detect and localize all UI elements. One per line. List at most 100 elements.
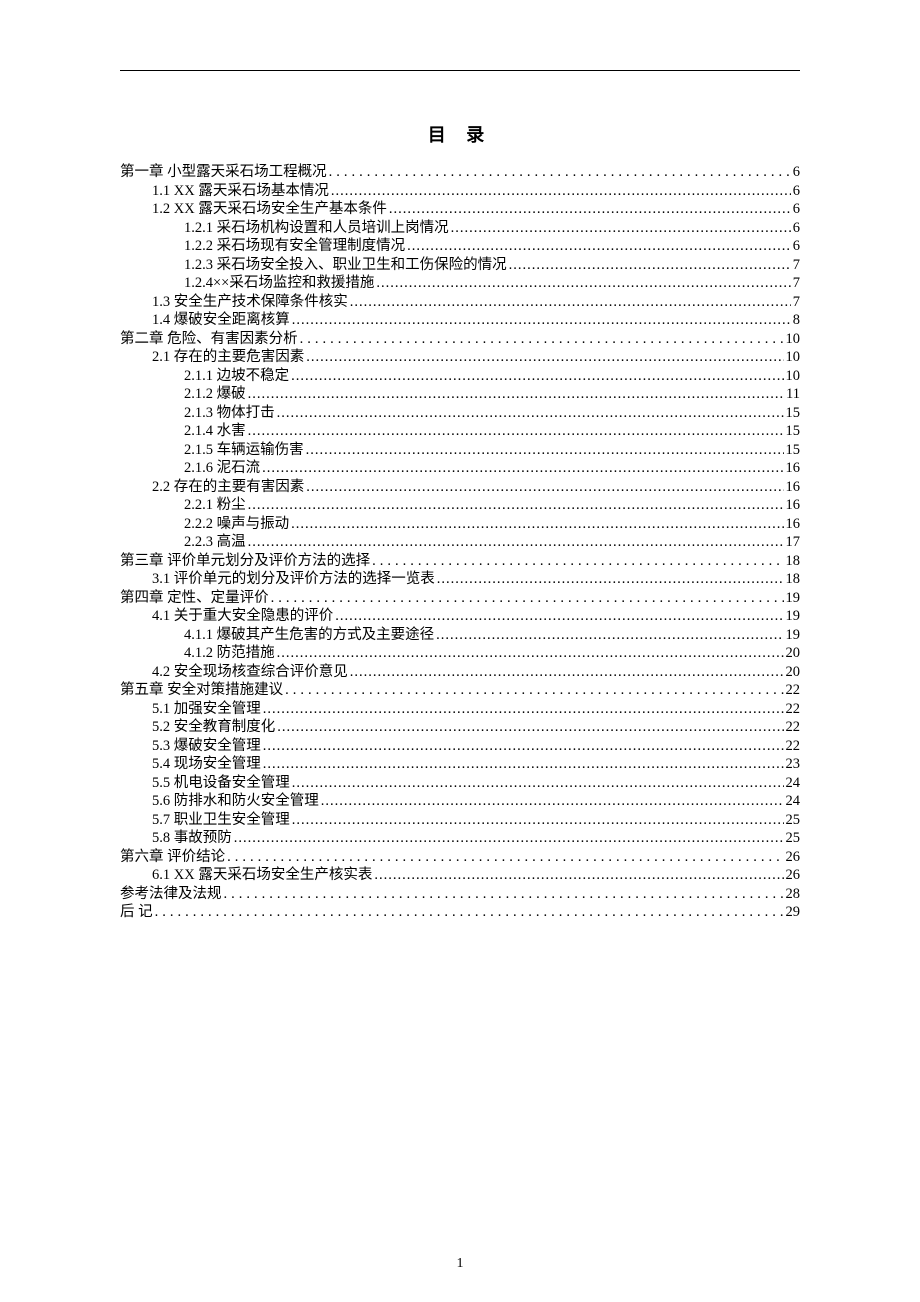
toc-leader-dots: ........................................… [437, 572, 784, 587]
toc-leader-dots: ........................................… [263, 702, 784, 717]
toc-leader-dots: ........................................… [271, 591, 784, 606]
toc-entry-label: 2.2 存在的主要有害因素 [152, 480, 304, 495]
toc-entry-page: 6 [793, 165, 800, 180]
toc-entry-page: 26 [786, 868, 801, 883]
toc-entry-page: 15 [786, 406, 801, 421]
toc-leader-dots: ........................................… [291, 517, 783, 532]
toc-leader-dots: ........................................… [291, 369, 783, 384]
toc-entry: 2.2 存在的主要有害因素...........................… [120, 480, 800, 495]
toc-entry-page: 22 [786, 720, 801, 735]
toc-entry: 第一章 小型露天采石场工程概况.........................… [120, 165, 800, 180]
toc-entry-page: 28 [786, 887, 801, 902]
toc-entry-page: 18 [786, 554, 801, 569]
toc-entry: 6.1 XX 露天采石场安全生产核实表.....................… [120, 868, 800, 883]
toc-entry-page: 18 [786, 572, 801, 587]
toc-entry-page: 22 [786, 739, 801, 754]
toc-leader-dots: ........................................… [277, 720, 783, 735]
toc-entry-label: 1.1 XX 露天采石场基本情况 [152, 184, 329, 199]
toc-leader-dots: ........................................… [389, 202, 791, 217]
toc-entry: 2.2.3 高温................................… [120, 535, 800, 550]
toc-entry-page: 19 [786, 628, 801, 643]
toc-entry-label: 5.4 现场安全管理 [152, 757, 261, 772]
toc-leader-dots: ........................................… [451, 221, 791, 236]
toc-entry-label: 2.1.3 物体打击 [184, 406, 275, 421]
toc-entry-page: 15 [786, 443, 801, 458]
toc-entry-label: 1.2.4××采石场监控和救援措施 [184, 276, 374, 291]
toc-entry-page: 16 [786, 498, 801, 513]
toc-leader-dots: ........................................… [292, 776, 784, 791]
toc-entry-page: 7 [793, 295, 800, 310]
toc-entry-label: 2.2.2 噪声与振动 [184, 517, 289, 532]
toc-leader-dots: ........................................… [263, 739, 784, 754]
toc-entry-page: 10 [786, 332, 801, 347]
toc-leader-dots: ........................................… [329, 165, 791, 180]
toc-entry-page: 7 [793, 258, 800, 273]
toc-entry: 4.2 安全现场核查综合评价意见........................… [120, 665, 800, 680]
toc-entry-label: 第二章 危险、有害因素分析 [120, 332, 298, 347]
toc-entry-label: 5.1 加强安全管理 [152, 702, 261, 717]
toc-leader-dots: ........................................… [321, 794, 784, 809]
toc-entry: 后 记.....................................… [120, 905, 800, 920]
toc-entry-page: 6 [793, 239, 800, 254]
toc-entry: 第六章 评价结论................................… [120, 850, 800, 865]
toc-entry-label: 2.1.1 边坡不稳定 [184, 369, 289, 384]
toc-entry: 2.1.3 物体打击..............................… [120, 406, 800, 421]
toc-leader-dots: ........................................… [407, 239, 791, 254]
toc-entry-label: 1.3 安全生产技术保障条件核实 [152, 295, 348, 310]
toc-entry: 第二章 危险、有害因素分析...........................… [120, 332, 800, 347]
toc-entry: 1.2.2 采石场现有安全管理制度情况.....................… [120, 239, 800, 254]
toc-leader-dots: ........................................… [248, 387, 784, 402]
toc-leader-dots: ........................................… [350, 295, 791, 310]
toc-entry-label: 4.1.2 防范措施 [184, 646, 275, 661]
toc-entry-page: 16 [786, 461, 801, 476]
toc-entry-label: 5.3 爆破安全管理 [152, 739, 261, 754]
toc-leader-dots: ........................................… [306, 350, 783, 365]
toc-leader-dots: ........................................… [248, 424, 784, 439]
toc-entry-label: 2.2.3 高温 [184, 535, 246, 550]
toc-entry-label: 5.6 防排水和防火安全管理 [152, 794, 319, 809]
toc-entry-label: 1.2.3 采石场安全投入、职业卫生和工伤保险的情况 [184, 258, 507, 273]
toc-entry: 1.1 XX 露天采石场基本情况........................… [120, 184, 800, 199]
toc-entry: 4.1 关于重大安全隐患的评价.........................… [120, 609, 800, 624]
toc-entry-label: 第一章 小型露天采石场工程概况 [120, 165, 327, 180]
toc-leader-dots: ........................................… [335, 609, 783, 624]
toc-entry-label: 5.8 事故预防 [152, 831, 232, 846]
toc-entry-label: 第四章 定性、定量评价 [120, 591, 269, 606]
toc-entry: 第四章 定性、定量评价.............................… [120, 591, 800, 606]
toc-entry: 2.2.1 粉尘................................… [120, 498, 800, 513]
toc-entry: 5.5 机电设备安全管理............................… [120, 776, 800, 791]
toc-entry: 1.4 爆破安全距离核算............................… [120, 313, 800, 328]
toc-entry-page: 6 [793, 202, 800, 217]
toc-leader-dots: ........................................… [248, 498, 784, 513]
toc-entry-page: 16 [786, 517, 801, 532]
toc-entry: 4.1.2 防范措施..............................… [120, 646, 800, 661]
toc-leader-dots: ........................................… [306, 480, 783, 495]
toc-entry: 1.3 安全生产技术保障条件核实........................… [120, 295, 800, 310]
toc-entry-label: 4.2 安全现场核查综合评价意见 [152, 665, 348, 680]
toc-entry-label: 1.4 爆破安全距离核算 [152, 313, 290, 328]
toc-entry-label: 2.1.5 车辆运输伤害 [184, 443, 304, 458]
toc-entry-page: 26 [786, 850, 801, 865]
toc-entry: 2.2.2 噪声与振动.............................… [120, 517, 800, 532]
toc-entry-page: 24 [786, 776, 801, 791]
toc-entry-page: 22 [786, 683, 801, 698]
toc-entry: 4.1.1 爆破其产生危害的方式及主要途径...................… [120, 628, 800, 643]
toc-entry: 5.8 事故预防................................… [120, 831, 800, 846]
toc-entry-label: 第六章 评价结论 [120, 850, 225, 865]
toc-entry-page: 16 [786, 480, 801, 495]
toc-entry-page: 19 [786, 609, 801, 624]
toc-entry-page: 23 [786, 757, 801, 772]
toc-leader-dots: ........................................… [374, 868, 783, 883]
toc-entry-page: 10 [786, 369, 801, 384]
toc-entry-label: 2.1.2 爆破 [184, 387, 246, 402]
toc-entry: 2.1.4 水害................................… [120, 424, 800, 439]
toc-leader-dots: ........................................… [509, 258, 791, 273]
toc-entry-label: 1.2 XX 露天采石场安全生产基本条件 [152, 202, 387, 217]
toc-entry: 2.1.1 边坡不稳定.............................… [120, 369, 800, 384]
toc-leader-dots: ........................................… [234, 831, 784, 846]
toc-entry: 1.2.4××采石场监控和救援措施.......................… [120, 276, 800, 291]
toc-leader-dots: ........................................… [224, 887, 784, 902]
toc-entry-label: 5.2 安全教育制度化 [152, 720, 275, 735]
toc-entry-label: 2.1 存在的主要危害因素 [152, 350, 304, 365]
toc-entry-label: 2.1.4 水害 [184, 424, 246, 439]
